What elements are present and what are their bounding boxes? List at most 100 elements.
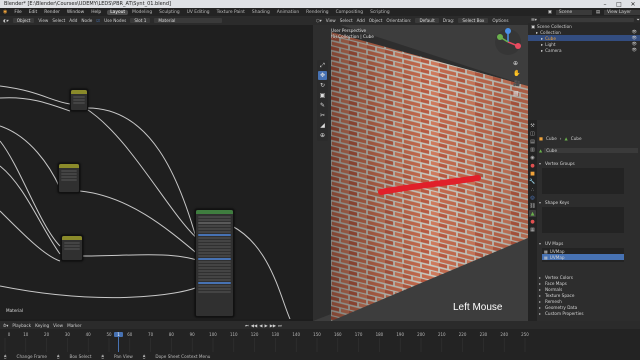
editor-type-icon[interactable]: ⬡▾ [316, 18, 322, 23]
mesh-name-field[interactable]: Cube [544, 148, 638, 153]
tool-button[interactable]: ⤢ [318, 61, 327, 70]
view-layer-selector[interactable]: View Layer [604, 9, 640, 15]
workspace-tab[interactable]: Scripting [367, 10, 393, 15]
principled-bsdf-node[interactable] [195, 209, 234, 317]
tool-button[interactable]: ⊕ [318, 131, 327, 140]
menu-add[interactable]: Add [357, 18, 365, 23]
menu-view[interactable]: View [326, 18, 336, 23]
window-title: Blender* [E:\Blender\Courses\UDEMY\LEDS\… [4, 1, 171, 7]
workspace-tab[interactable]: Animation [274, 10, 302, 15]
mesh-datablock-selector[interactable]: ▲ Cube [539, 147, 638, 154]
orientation-dropdown[interactable]: Default [415, 18, 439, 23]
outliner-item-label: Light [545, 41, 556, 47]
timeline-editor[interactable]: ⏱▾ Playback Keying View Marker ⏮ ◀◀ ◀ ▶ … [0, 321, 640, 352]
panel-header[interactable]: ▾ Vertex Groups [539, 160, 638, 167]
drag-dropdown[interactable]: Select Box [458, 18, 489, 23]
menu-playback[interactable]: Playback [12, 323, 31, 328]
world-tab-icon[interactable]: ● [529, 162, 536, 169]
play-icon[interactable]: ▶ [264, 323, 267, 328]
texture-tab-icon[interactable]: ▦ [529, 226, 536, 233]
outliner-editor-icon[interactable]: ☰▾ [531, 17, 537, 22]
jump-end-icon[interactable]: ⏭ [278, 323, 282, 328]
tool-button[interactable]: ◢ [318, 121, 327, 130]
view-layer-tab-icon[interactable]: ▥ [529, 146, 536, 153]
expand-arrow-icon[interactable]: ▸ [536, 30, 538, 35]
particles-tab-icon[interactable]: ∴ [529, 186, 536, 193]
outliner[interactable]: ☰▾ ⏷ ▣ Scene Collection ▸ Collection 👁 ▸ Cub… [528, 16, 640, 120]
drag-label: Drag: [442, 18, 455, 23]
workspace-tab[interactable]: Sculpting [156, 10, 183, 15]
zoom-icon[interactable]: ⊕ [513, 60, 520, 67]
constraints-tab-icon[interactable]: ⛓ [529, 202, 536, 209]
object-tab-icon[interactable]: ■ [529, 170, 536, 177]
menu-view[interactable]: View [53, 323, 63, 328]
navigation-gizmo[interactable] [494, 28, 522, 56]
3d-viewport[interactable]: ⬡▾ View Select Add Object Orientation: D… [313, 16, 528, 321]
jump-start-icon[interactable]: ⏮ [245, 323, 249, 328]
shader-node-editor[interactable]: ◐▾ Object View Select Add Node ☑ Use Nod… [0, 16, 313, 319]
expand-arrow-icon[interactable]: ▸ [541, 48, 543, 53]
menu-window[interactable]: Window [64, 10, 87, 15]
tool-button[interactable]: ✥ [318, 71, 327, 80]
render-tab-icon[interactable]: ◫ [529, 130, 536, 137]
empty-list-box[interactable] [542, 207, 624, 233]
menu-select[interactable]: Select [340, 18, 353, 23]
editor-type-icon[interactable]: ⏱▾ [3, 323, 8, 328]
properties-editor[interactable]: ⚒ ◫ ▤ ▥ ◉ ● ■ 🔧 ∴ ◎ ⛓ ▲ ● ▦ ■ Cube › ▲ C… [528, 120, 640, 321]
expand-arrow-icon[interactable]: ▸ [541, 42, 543, 47]
tool-button[interactable]: ✎ [318, 101, 327, 110]
workspace-tab[interactable]: Modeling [129, 10, 155, 15]
menu-keying[interactable]: Keying [35, 323, 49, 328]
tool-button[interactable]: ↻ [318, 81, 327, 90]
panel-header[interactable]: ▸ Custom Properties [539, 310, 638, 317]
breadcrumb-mesh: Cube [570, 136, 582, 141]
minimize-button[interactable]: – [598, 1, 612, 8]
empty-list-box[interactable] [542, 168, 624, 194]
uv-map-list[interactable]: ▦ UVMap ▦ UVMap [542, 248, 624, 262]
options-menu[interactable]: Options [492, 18, 508, 23]
menu-edit[interactable]: Edit [26, 10, 41, 15]
tool-tab-icon[interactable]: ⚒ [529, 122, 536, 129]
image-texture-node[interactable] [61, 235, 83, 261]
expand-arrow-icon[interactable]: ▸ [541, 36, 543, 41]
filter-icon[interactable]: ⏷ [637, 17, 640, 22]
workspace-tab[interactable]: Layout [107, 9, 129, 15]
tool-button[interactable]: ▣ [318, 91, 327, 100]
image-texture-node[interactable] [58, 163, 80, 193]
outliner-search-field[interactable] [539, 17, 634, 22]
workspace-tab[interactable]: UV Editing [184, 10, 213, 15]
visibility-eye-icon[interactable]: 👁 [632, 47, 637, 53]
menu-help[interactable]: Help [88, 10, 104, 15]
scene-selector[interactable]: Scene [555, 9, 592, 15]
physics-tab-icon[interactable]: ◎ [529, 194, 536, 201]
workspace-tab[interactable]: Shading [249, 10, 273, 15]
mesh-data-tab-icon[interactable]: ▲ [529, 210, 536, 217]
workspace-tab[interactable]: Rendering [303, 10, 331, 15]
scene-tab-icon[interactable]: ◉ [529, 154, 536, 161]
maximize-button[interactable]: □ [612, 1, 626, 8]
panel-header[interactable]: ▾ UV Maps [539, 240, 638, 247]
modifier-tab-icon[interactable]: 🔧 [529, 178, 536, 185]
menu-file[interactable]: File [11, 10, 24, 15]
outliner-item[interactable]: ▸ Camera 👁 [528, 47, 640, 53]
material-tab-icon[interactable]: ● [529, 218, 536, 225]
panel-header[interactable]: ▾ Shape Keys [539, 199, 638, 206]
grid-icon[interactable]: ▦ [513, 90, 520, 97]
camera-view-icon[interactable]: 🎥 [513, 80, 520, 87]
blender-logo-icon[interactable]: ◉ [0, 9, 10, 15]
close-button[interactable]: ✕ [626, 1, 640, 8]
menu-marker[interactable]: Marker [67, 323, 81, 328]
workspace-tab[interactable]: Texture Paint [214, 10, 248, 15]
output-tab-icon[interactable]: ▤ [529, 138, 536, 145]
image-texture-node[interactable] [70, 89, 88, 111]
workspace-tab[interactable]: Compositing [333, 10, 367, 15]
next-key-icon[interactable]: ▶▶ [270, 323, 276, 328]
tool-button[interactable]: ✂ [318, 111, 327, 120]
timeline-ruler[interactable]: 0 10 20 30 40 50 60 70 80 90 100 110 120 130 140 150 160… [0, 329, 640, 352]
play-reverse-icon[interactable]: ◀ [259, 323, 262, 328]
prev-key-icon[interactable]: ◀◀ [251, 323, 257, 328]
uv-map-row[interactable]: ▦ UVMap [542, 254, 624, 260]
menu-render[interactable]: Render [41, 10, 63, 15]
pan-hand-icon[interactable]: ✋ [513, 70, 520, 77]
menu-object[interactable]: Object [369, 18, 383, 23]
